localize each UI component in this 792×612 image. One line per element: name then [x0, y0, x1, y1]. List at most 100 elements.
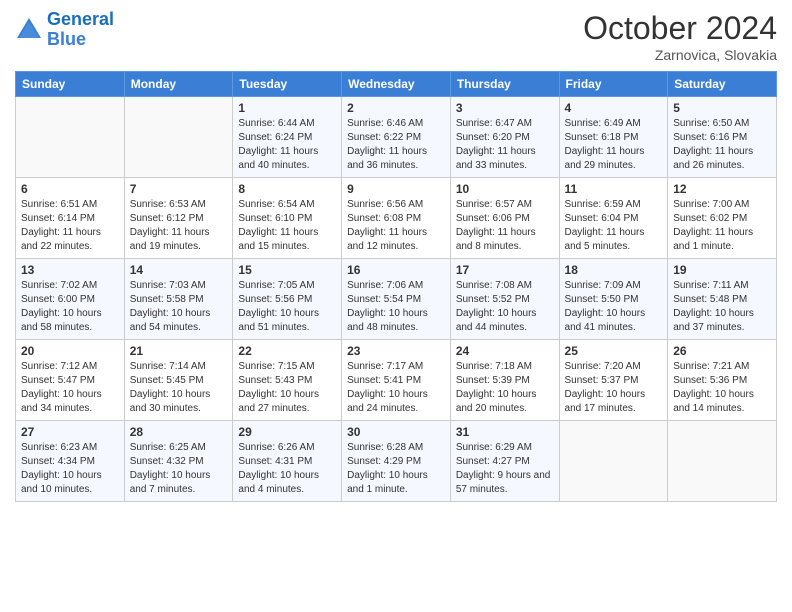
logo-line1: General — [47, 9, 114, 29]
day-info: Sunrise: 6:23 AMSunset: 4:34 PMDaylight:… — [21, 441, 119, 497]
day-number: 19 — [673, 263, 771, 277]
calendar-cell: 22 Sunrise: 7:15 AMSunset: 5:43 PMDayligh… — [233, 340, 342, 421]
calendar-cell: 23Sunrise: 7:17 AMSunset: 5:41 PMDayligh… — [342, 340, 451, 421]
day-info: Sunrise: 7:11 AMSunset: 5:48 PMDaylight:… — [673, 279, 771, 335]
calendar-cell: 1Sunrise: 6:44 AMSunset: 6:24 PMDaylight… — [233, 97, 342, 178]
day-number: 9 — [347, 182, 445, 196]
calendar-table: SundayMondayTuesdayWednesdayThursdayFrid… — [15, 71, 777, 502]
day-info: Sunrise: 7:17 AMSunset: 5:41 PMDaylight:… — [347, 360, 445, 416]
calendar-cell: 2 Sunrise: 6:46 AMSunset: 6:22 PMDaylight… — [342, 97, 451, 178]
day-info: Sunrise: 6:57 AMSunset: 6:06 PMDaylight:… — [456, 198, 554, 254]
calendar-cell: 5 Sunrise: 6:50 AMSunset: 6:16 PMDaylight… — [668, 97, 777, 178]
logo-text: General Blue — [47, 10, 114, 50]
day-info: Sunrise: 6:47 AMSunset: 6:20 PMDaylight:… — [456, 117, 554, 173]
day-info: Sunrise: 7:12 AMSunset: 5:47 PMDaylight:… — [21, 360, 119, 416]
location: Zarnovica, Slovakia — [583, 47, 777, 63]
calendar-cell: 12Sunrise: 7:00 AMSunset: 6:02 PMDayligh… — [668, 178, 777, 259]
calendar-cell: 24Sunrise: 7:18 AMSunset: 5:39 PMDayligh… — [450, 340, 559, 421]
calendar-cell: 6Sunrise: 6:51 AMSunset: 6:14 PMDaylight… — [16, 178, 125, 259]
calendar-cell: 30 Sunrise: 6:28 AMSunset: 4:29 PMDayligh… — [342, 421, 451, 502]
day-info: Sunrise: 6:46 AMSunset: 6:22 PMDaylight:… — [347, 117, 445, 173]
day-info: Sunrise: 7:08 AMSunset: 5:52 PMDaylight:… — [456, 279, 554, 335]
day-info: Sunrise: 6:56 AMSunset: 6:08 PMDaylight:… — [347, 198, 445, 254]
calendar-cell — [668, 421, 777, 502]
calendar-cell: 8 Sunrise: 6:54 AMSunset: 6:10 PMDaylight… — [233, 178, 342, 259]
weekday-header-tuesday: Tuesday — [233, 72, 342, 97]
calendar-cell: 15Sunrise: 7:05 AMSunset: 5:56 PMDayligh… — [233, 259, 342, 340]
day-info: Sunrise: 7:06 AMSunset: 5:54 PMDaylight:… — [347, 279, 445, 335]
logo-line2: Blue — [47, 29, 86, 49]
day-info: Sunrise: 6:59 AMSunset: 6:04 PMDaylight:… — [565, 198, 663, 254]
calendar-cell: 18Sunrise: 7:09 AMSunset: 5:50 PMDayligh… — [559, 259, 668, 340]
day-number: 13 — [21, 263, 119, 277]
calendar-cell: 7 Sunrise: 6:53 AMSunset: 6:12 PMDaylight… — [124, 178, 233, 259]
calendar-cell — [16, 97, 125, 178]
day-number: 4 — [565, 101, 663, 115]
day-number: 28 — [130, 425, 228, 439]
calendar-cell: 13 Sunrise: 7:02 AMSunset: 6:00 PMDayligh… — [16, 259, 125, 340]
calendar-cell: 17 Sunrise: 7:08 AMSunset: 5:52 PMDayligh… — [450, 259, 559, 340]
calendar-cell: 28 Sunrise: 6:25 AMSunset: 4:32 PMDayligh… — [124, 421, 233, 502]
calendar-week-1: 1Sunrise: 6:44 AMSunset: 6:24 PMDaylight… — [16, 97, 777, 178]
day-info: Sunrise: 7:15 AMSunset: 5:43 PMDaylight:… — [238, 360, 336, 416]
day-info: Sunrise: 6:54 AMSunset: 6:10 PMDaylight:… — [238, 198, 336, 254]
day-info: Sunrise: 7:14 AMSunset: 5:45 PMDaylight:… — [130, 360, 228, 416]
day-info: Sunrise: 6:28 AMSunset: 4:29 PMDaylight:… — [347, 441, 445, 497]
weekday-header-friday: Friday — [559, 72, 668, 97]
calendar-cell: 10Sunrise: 6:57 AMSunset: 6:06 PMDayligh… — [450, 178, 559, 259]
day-number: 31 — [456, 425, 554, 439]
weekday-header-monday: Monday — [124, 72, 233, 97]
day-number: 1 — [238, 101, 336, 115]
logo: General Blue — [15, 10, 114, 50]
calendar-cell: 21 Sunrise: 7:14 AMSunset: 5:45 PMDayligh… — [124, 340, 233, 421]
day-info: Sunrise: 6:26 AMSunset: 4:31 PMDaylight:… — [238, 441, 336, 497]
calendar-cell: 9 Sunrise: 6:56 AMSunset: 6:08 PMDaylight… — [342, 178, 451, 259]
day-number: 27 — [21, 425, 119, 439]
day-number: 6 — [21, 182, 119, 196]
day-number: 21 — [130, 344, 228, 358]
day-info: Sunrise: 7:18 AMSunset: 5:39 PMDaylight:… — [456, 360, 554, 416]
weekday-header-saturday: Saturday — [668, 72, 777, 97]
calendar-cell: 29Sunrise: 6:26 AMSunset: 4:31 PMDayligh… — [233, 421, 342, 502]
day-number: 30 — [347, 425, 445, 439]
day-info: Sunrise: 7:20 AMSunset: 5:37 PMDaylight:… — [565, 360, 663, 416]
calendar-cell — [559, 421, 668, 502]
day-info: Sunrise: 6:25 AMSunset: 4:32 PMDaylight:… — [130, 441, 228, 497]
day-info: Sunrise: 7:02 AMSunset: 6:00 PMDaylight:… — [21, 279, 119, 335]
day-info: Sunrise: 7:03 AMSunset: 5:58 PMDaylight:… — [130, 279, 228, 335]
logo-icon — [15, 16, 43, 44]
day-number: 17 — [456, 263, 554, 277]
calendar-cell: 27 Sunrise: 6:23 AMSunset: 4:34 PMDayligh… — [16, 421, 125, 502]
day-number: 25 — [565, 344, 663, 358]
calendar-week-4: 20 Sunrise: 7:12 AMSunset: 5:47 PMDayligh… — [16, 340, 777, 421]
calendar-week-2: 6Sunrise: 6:51 AMSunset: 6:14 PMDaylight… — [16, 178, 777, 259]
header: General Blue October 2024 Zarnovica, Slo… — [15, 10, 777, 63]
day-info: Sunrise: 6:49 AMSunset: 6:18 PMDaylight:… — [565, 117, 663, 173]
calendar-week-5: 27 Sunrise: 6:23 AMSunset: 4:34 PMDayligh… — [16, 421, 777, 502]
day-number: 22 — [238, 344, 336, 358]
day-number: 5 — [673, 101, 771, 115]
day-number: 20 — [21, 344, 119, 358]
calendar-cell: 4 Sunrise: 6:49 AMSunset: 6:18 PMDaylight… — [559, 97, 668, 178]
main-container: General Blue October 2024 Zarnovica, Slo… — [0, 0, 792, 512]
calendar-cell: 20 Sunrise: 7:12 AMSunset: 5:47 PMDayligh… — [16, 340, 125, 421]
day-info: Sunrise: 6:53 AMSunset: 6:12 PMDaylight:… — [130, 198, 228, 254]
calendar-cell — [124, 97, 233, 178]
calendar-cell: 25 Sunrise: 7:20 AMSunset: 5:37 PMDayligh… — [559, 340, 668, 421]
day-number: 3 — [456, 101, 554, 115]
calendar-week-3: 13 Sunrise: 7:02 AMSunset: 6:00 PMDayligh… — [16, 259, 777, 340]
title-block: October 2024 Zarnovica, Slovakia — [583, 10, 777, 63]
day-number: 12 — [673, 182, 771, 196]
month-year: October 2024 — [583, 10, 777, 47]
day-number: 7 — [130, 182, 228, 196]
calendar-cell: 16Sunrise: 7:06 AMSunset: 5:54 PMDayligh… — [342, 259, 451, 340]
day-number: 15 — [238, 263, 336, 277]
day-number: 2 — [347, 101, 445, 115]
day-number: 26 — [673, 344, 771, 358]
calendar-cell: 14 Sunrise: 7:03 AMSunset: 5:58 PMDayligh… — [124, 259, 233, 340]
day-number: 14 — [130, 263, 228, 277]
day-number: 8 — [238, 182, 336, 196]
calendar-cell: 3 Sunrise: 6:47 AMSunset: 6:20 PMDaylight… — [450, 97, 559, 178]
weekday-header-row: SundayMondayTuesdayWednesdayThursdayFrid… — [16, 72, 777, 97]
day-info: Sunrise: 6:50 AMSunset: 6:16 PMDaylight:… — [673, 117, 771, 173]
